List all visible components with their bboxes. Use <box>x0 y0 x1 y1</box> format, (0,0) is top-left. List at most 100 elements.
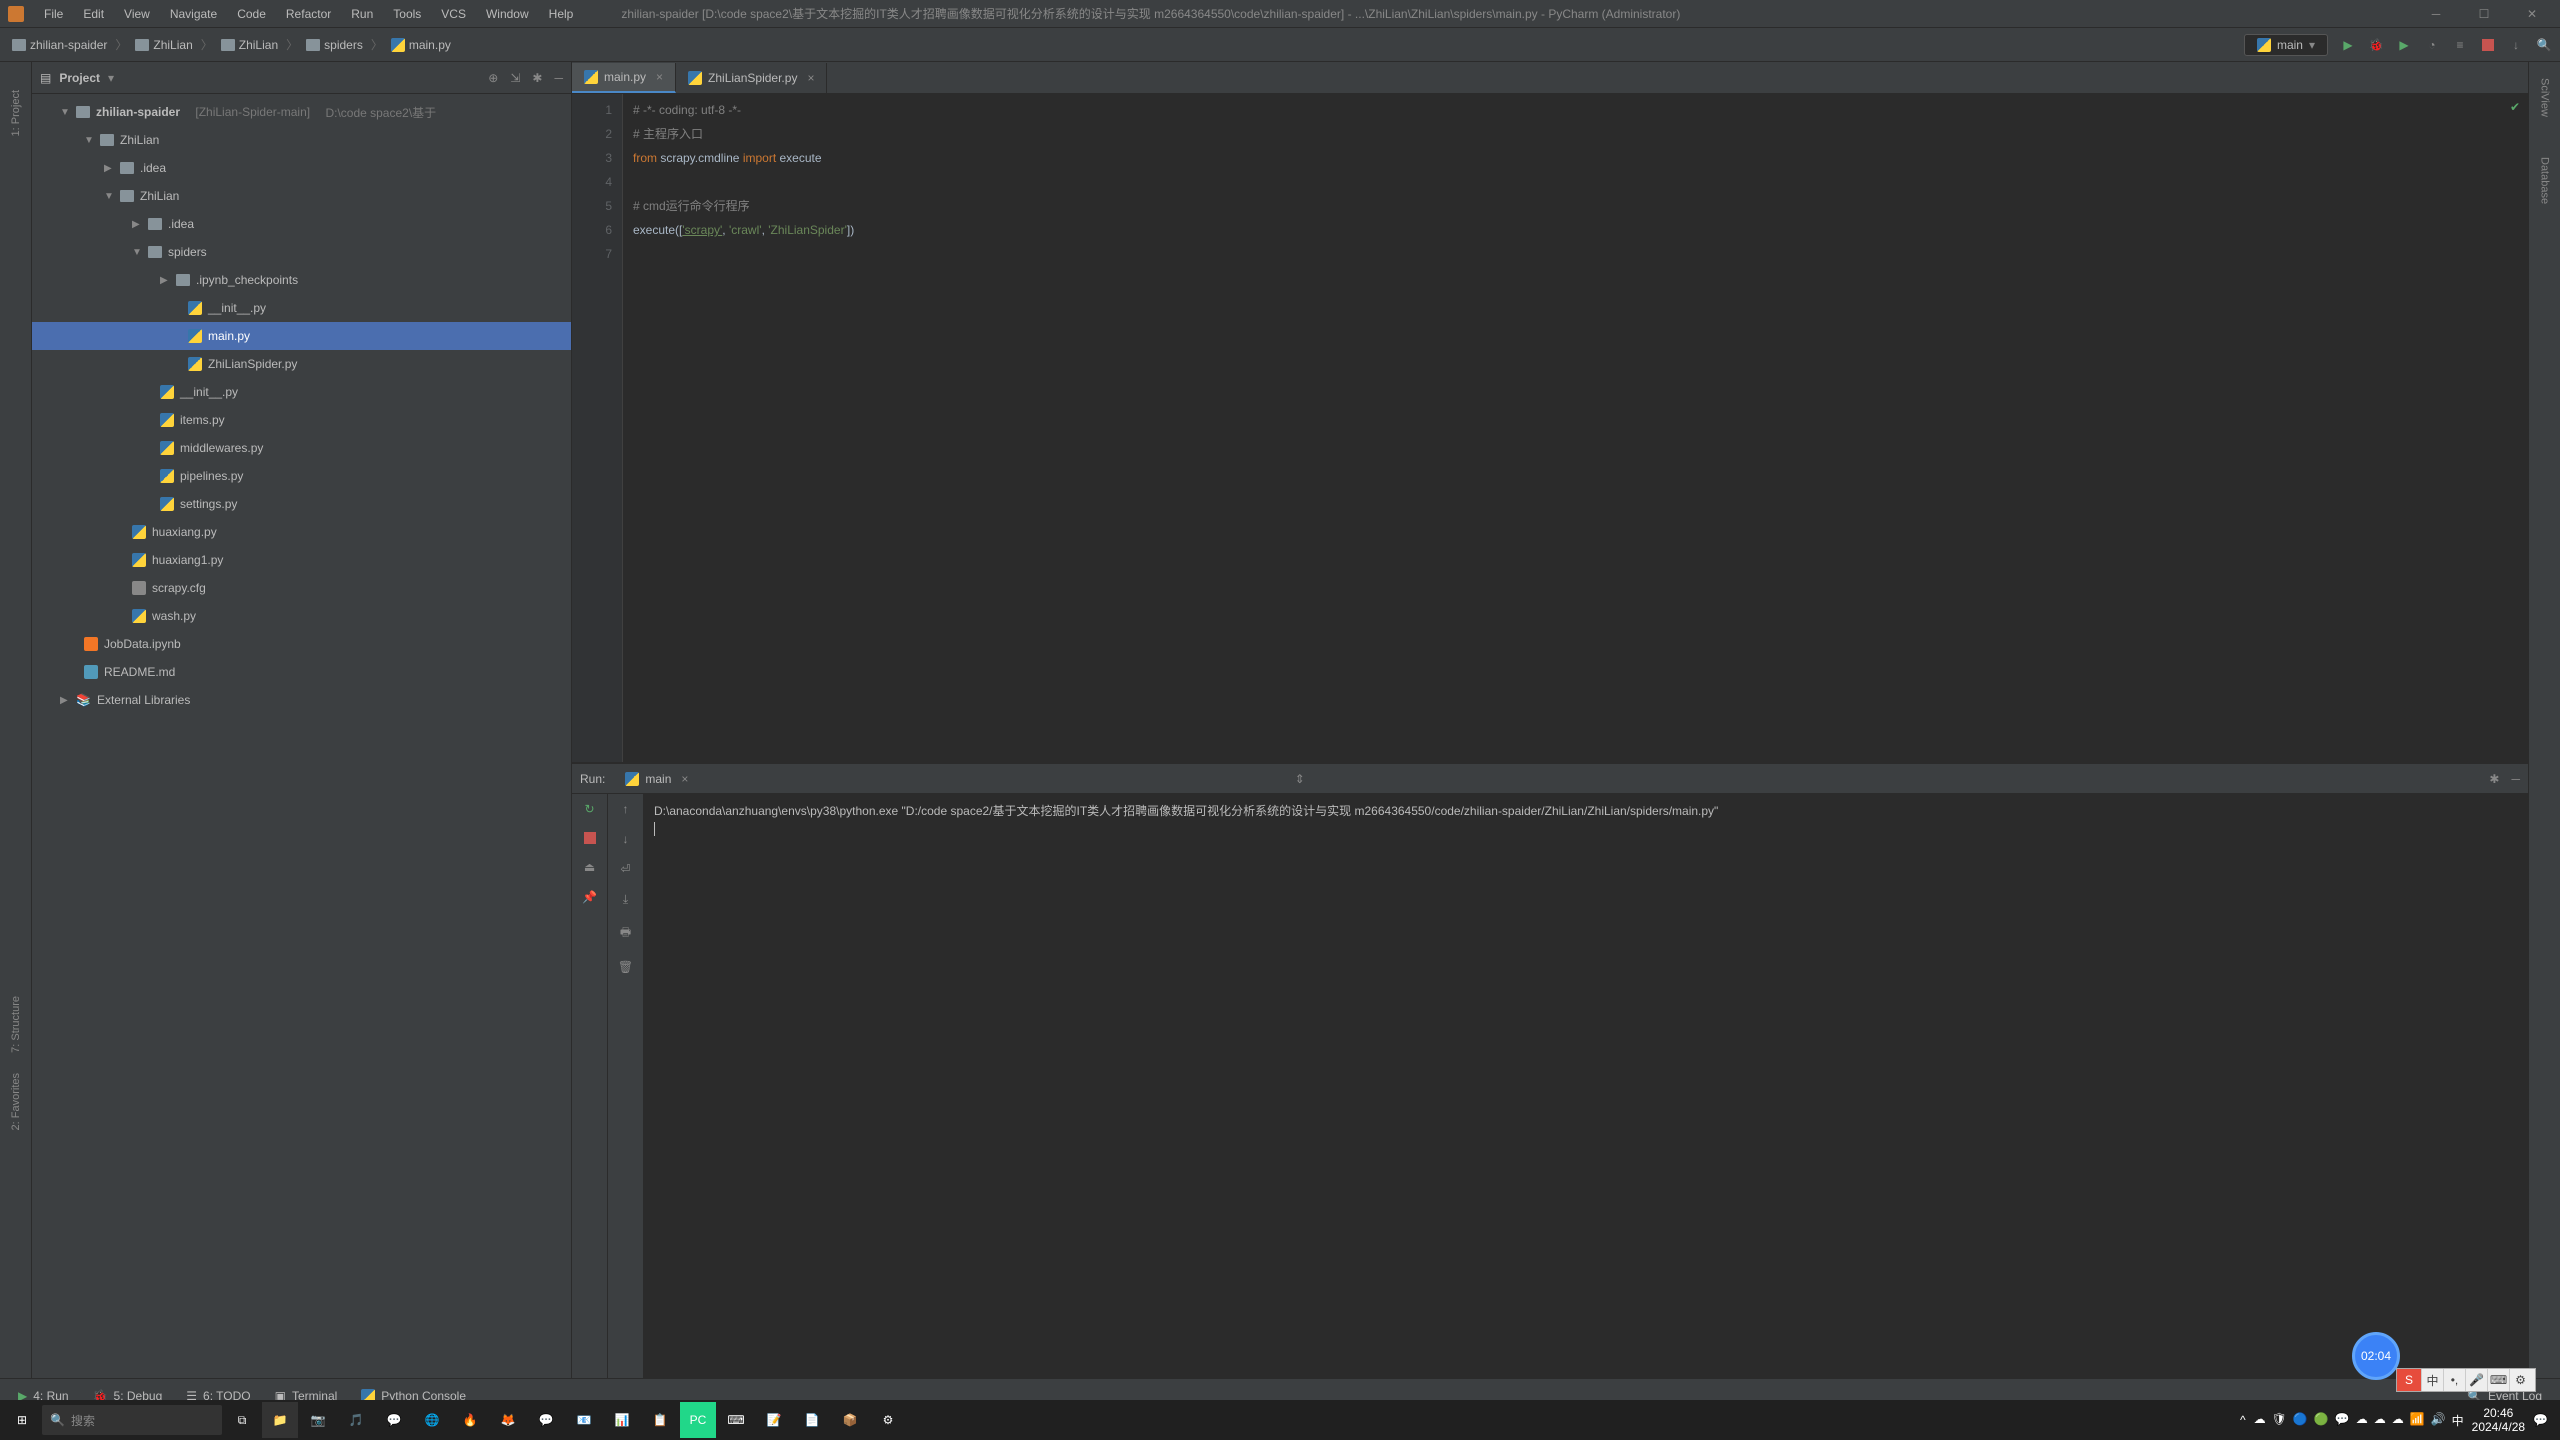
tree-folder-spiders[interactable]: ▼spiders <box>32 238 571 266</box>
tree-root[interactable]: ▼zhilian-spaider [ZhiLian-Spider-main] D… <box>32 98 571 126</box>
tray-ime-icon[interactable]: 中 <box>2452 1412 2464 1429</box>
tree-file-scrapycfg[interactable]: scrapy.cfg <box>32 574 571 602</box>
run-output[interactable]: D:\anaconda\anzhuang\envs\py38\python.ex… <box>644 794 2528 1378</box>
taskbar-app[interactable]: 💬 <box>376 1402 412 1438</box>
tray-icon[interactable]: ☁ <box>2254 1412 2266 1429</box>
search-everywhere-button[interactable]: 🔍 <box>2536 37 2552 53</box>
taskbar-app[interactable]: 📋 <box>642 1402 678 1438</box>
pin-icon[interactable]: 📌 <box>582 890 597 904</box>
notifications-icon[interactable]: 💬 <box>2533 1413 2548 1427</box>
tree-folder-idea2[interactable]: ▶.idea <box>32 210 571 238</box>
breadcrumb-item[interactable]: zhilian-spaider <box>8 36 111 54</box>
chevron-down-icon[interactable]: ▾ <box>108 71 114 85</box>
tree-file-settings[interactable]: settings.py <box>32 490 571 518</box>
tree-file-readme[interactable]: README.md <box>32 658 571 686</box>
locate-icon[interactable]: ⊕ <box>488 71 498 85</box>
breadcrumb-item[interactable]: ZhiLian <box>217 36 282 54</box>
taskbar-search[interactable]: 🔍搜索 <box>42 1405 222 1435</box>
tray-icon[interactable]: ☁ <box>2392 1412 2404 1429</box>
taskbar-app[interactable]: 📄 <box>794 1402 830 1438</box>
editor-tab-main[interactable]: main.py× <box>572 63 676 93</box>
breadcrumb-item[interactable]: main.py <box>387 36 455 54</box>
tree-file-main[interactable]: main.py <box>32 322 571 350</box>
tree-file-init[interactable]: __init__.py <box>32 294 571 322</box>
taskbar-app[interactable]: 📝 <box>756 1402 792 1438</box>
menu-window[interactable]: Window <box>478 5 537 23</box>
tray-icon[interactable]: ☁ <box>2374 1412 2386 1429</box>
scroll-end-icon[interactable]: ⤓ <box>623 892 628 907</box>
rerun-icon[interactable]: ↻ <box>584 802 594 816</box>
menu-vcs[interactable]: VCS <box>433 5 474 23</box>
menu-navigate[interactable]: Navigate <box>162 5 225 23</box>
tree-file-items[interactable]: items.py <box>32 406 571 434</box>
tray-wifi-icon[interactable]: 📶 <box>2410 1412 2425 1429</box>
left-strip-structure[interactable]: 7: Structure <box>10 996 22 1053</box>
run-configuration-selector[interactable]: main ▾ <box>2244 34 2328 56</box>
menu-tools[interactable]: Tools <box>385 5 429 23</box>
menu-run[interactable]: Run <box>343 5 381 23</box>
run-button[interactable]: ▶ <box>2340 37 2356 53</box>
exit-icon[interactable]: ⏏ <box>584 860 595 874</box>
ime-voice-icon[interactable]: 🎤 <box>2465 1369 2487 1391</box>
taskbar-app[interactable]: 🎵 <box>338 1402 374 1438</box>
print-icon[interactable]: 🖶 <box>620 923 631 944</box>
taskbar-app[interactable]: ⌨ <box>718 1402 754 1438</box>
taskbar-app[interactable]: 💬 <box>528 1402 564 1438</box>
taskbar-app[interactable]: 📁 <box>262 1402 298 1438</box>
menu-refactor[interactable]: Refactor <box>278 5 339 23</box>
breadcrumb-item[interactable]: ZhiLian <box>131 36 196 54</box>
tree-file-wash[interactable]: wash.py <box>32 602 571 630</box>
attach-button[interactable]: ≡ <box>2452 37 2468 53</box>
minimize-button[interactable]: ─ <box>2416 4 2456 24</box>
taskbar-pycharm[interactable]: PC <box>680 1402 716 1438</box>
tree-external-libs[interactable]: ▶📚External Libraries <box>32 686 571 714</box>
down-icon[interactable]: ↓ <box>623 832 629 846</box>
settings-icon[interactable]: ✱ <box>532 71 542 85</box>
tree-folder-ipynb[interactable]: ▶.ipynb_checkpoints <box>32 266 571 294</box>
ime-keyboard-icon[interactable]: ⌨ <box>2487 1369 2509 1391</box>
taskbar-clock[interactable]: 20:46 2024/4/28 <box>2472 1406 2525 1434</box>
taskbar-app[interactable]: 🔥 <box>452 1402 488 1438</box>
taskbar-app[interactable]: 🦊 <box>490 1402 526 1438</box>
taskbar-app[interactable]: 📊 <box>604 1402 640 1438</box>
close-icon[interactable]: × <box>681 772 688 786</box>
task-view-icon[interactable]: ⧉ <box>224 1402 260 1438</box>
left-strip-favorites[interactable]: 2: Favorites <box>10 1073 22 1130</box>
settings-icon[interactable]: ✱ <box>2489 772 2499 786</box>
taskbar-app[interactable]: 📷 <box>300 1402 336 1438</box>
menu-view[interactable]: View <box>116 5 158 23</box>
run-coverage-button[interactable]: ▶ <box>2396 37 2412 53</box>
menu-file[interactable]: File <box>36 5 71 23</box>
tray-icon[interactable]: 💬 <box>2335 1412 2350 1429</box>
code-area[interactable]: # -*- coding: utf-8 -*- # 主程序入口 from scr… <box>622 94 2528 762</box>
tray-chevron-icon[interactable]: ^ <box>2240 1413 2246 1427</box>
tree-file-zlspider[interactable]: ZhiLianSpider.py <box>32 350 571 378</box>
close-icon[interactable]: × <box>807 71 814 85</box>
taskbar-app[interactable]: 📦 <box>832 1402 868 1438</box>
taskbar-app[interactable]: 📧 <box>566 1402 602 1438</box>
ime-punct-icon[interactable]: •, <box>2443 1369 2465 1391</box>
up-icon[interactable]: ↑ <box>623 802 629 816</box>
hide-icon[interactable]: ─ <box>554 71 563 85</box>
right-strip-sciview[interactable]: SciView <box>2539 78 2551 117</box>
tray-icon[interactable]: 🟢 <box>2314 1412 2329 1429</box>
tree-folder-zhilian2[interactable]: ▼ZhiLian <box>32 182 571 210</box>
ime-mode[interactable]: 中 <box>2421 1369 2443 1391</box>
profile-button[interactable]: ◔ <box>2424 37 2440 53</box>
tray-icon[interactable]: ☁ <box>2356 1412 2368 1429</box>
resize-handle[interactable]: ⇕ <box>1295 772 1305 786</box>
breadcrumb-item[interactable]: spiders <box>302 36 367 54</box>
tree-file-init2[interactable]: __init__.py <box>32 378 571 406</box>
inspection-ok-icon[interactable]: ✔ <box>2510 100 2520 114</box>
clear-icon[interactable]: 🗑 <box>618 960 633 974</box>
timer-badge[interactable]: 02:04 <box>2352 1332 2400 1380</box>
tray-icon[interactable]: 🔵 <box>2293 1412 2308 1429</box>
debug-button[interactable]: 🐞 <box>2368 37 2384 53</box>
close-icon[interactable]: × <box>656 70 663 84</box>
taskbar-app[interactable]: ⚙ <box>870 1402 906 1438</box>
tree-file-pipelines[interactable]: pipelines.py <box>32 462 571 490</box>
taskbar-app[interactable]: 🌐 <box>414 1402 450 1438</box>
tree-folder-idea[interactable]: ▶.idea <box>32 154 571 182</box>
maximize-button[interactable]: ☐ <box>2464 4 2504 24</box>
tree-folder-zhilian[interactable]: ▼ZhiLian <box>32 126 571 154</box>
